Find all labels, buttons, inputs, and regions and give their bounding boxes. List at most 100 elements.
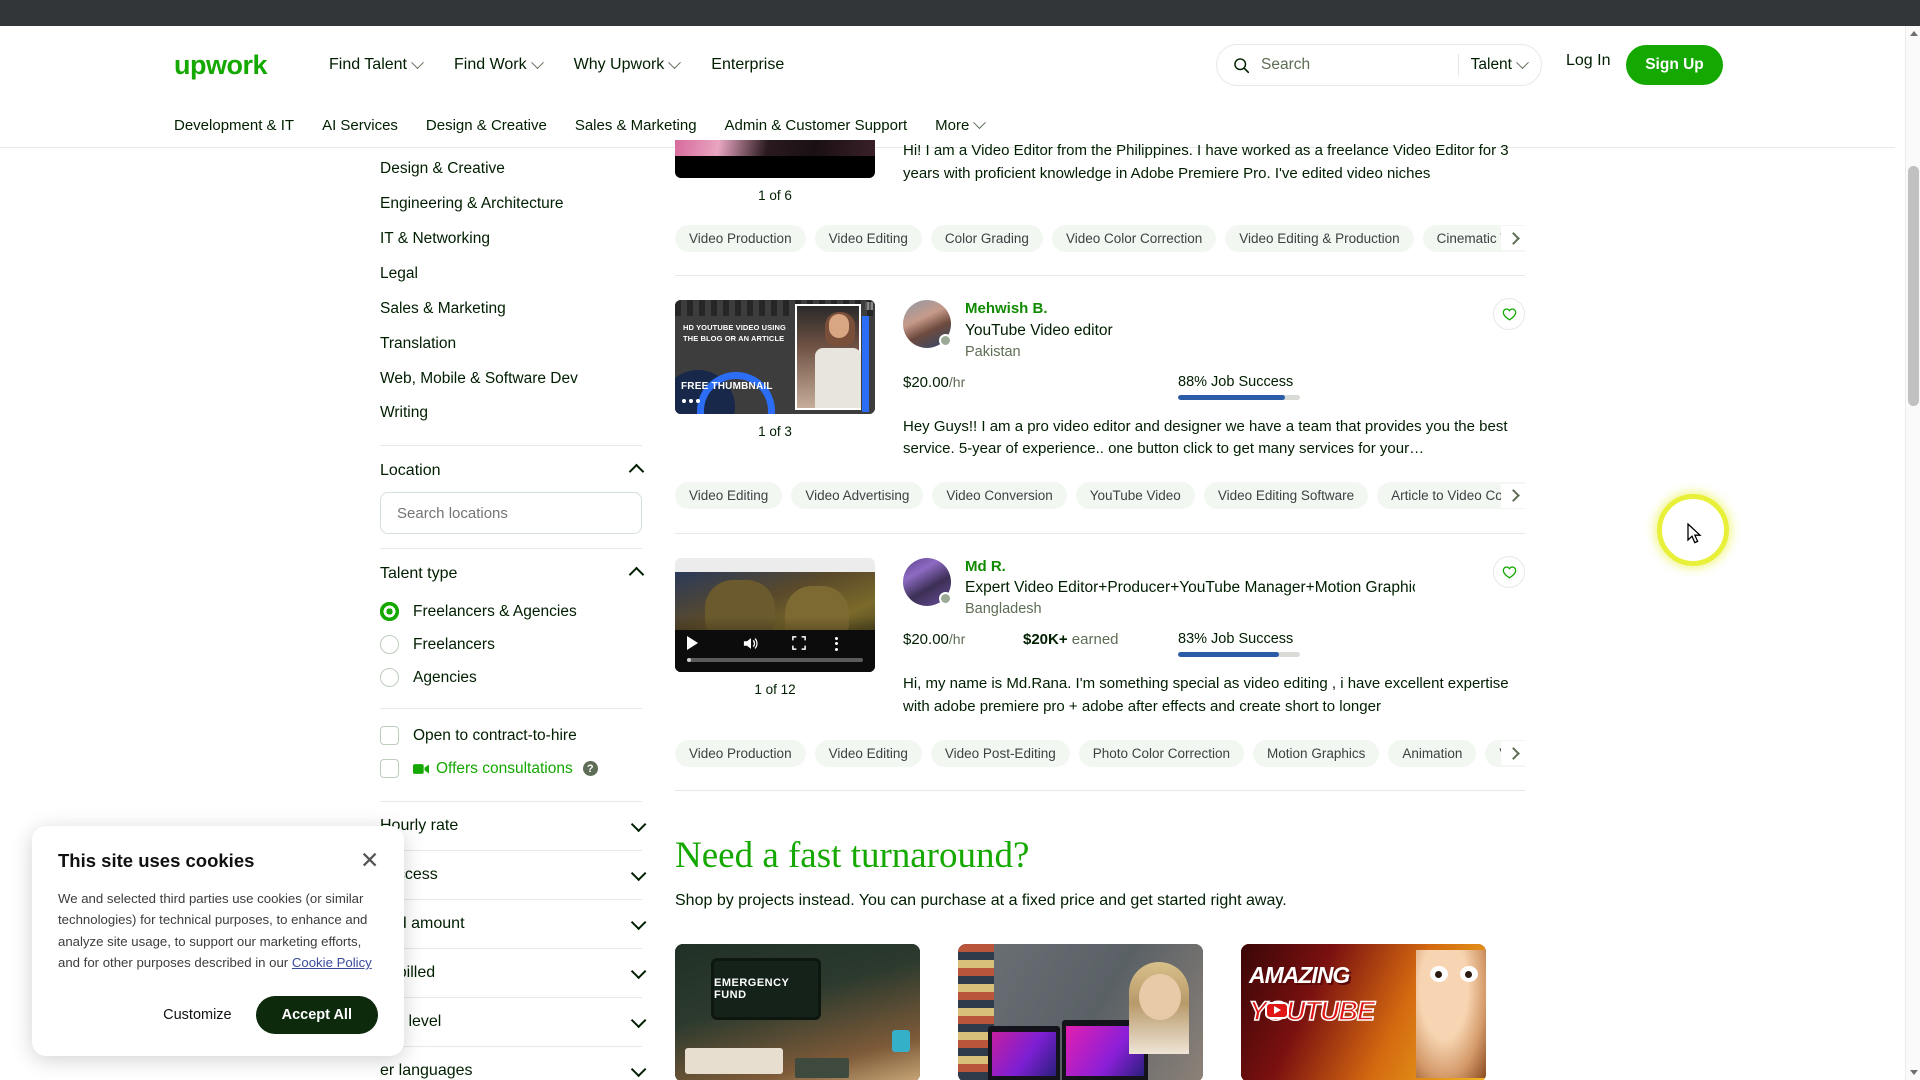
avatar[interactable] (903, 557, 952, 606)
filter-earned-amount[interactable]: ned amount (380, 899, 647, 948)
location-search-input[interactable] (380, 492, 642, 535)
cookie-policy-link[interactable]: Cookie Policy (292, 955, 372, 970)
skill-tag[interactable]: Video Editing Software (1203, 482, 1369, 510)
freelancer-name[interactable]: Md R. (965, 558, 1415, 577)
thumbnail-counter: 1 of 12 (754, 681, 796, 697)
skill-tag[interactable]: Video Post-Editing (930, 739, 1070, 767)
nav-why-upwork-label: Why Upwork (573, 56, 665, 73)
project-card[interactable]: AMAZING YOUTUBE (1241, 943, 1486, 1080)
subnav-item-admin-customer-support[interactable]: Admin & Customer Support (711, 111, 922, 140)
upwork-logo[interactable]: upwork (174, 50, 268, 81)
subnav-label: Development & IT (174, 117, 295, 134)
portfolio-video[interactable] (675, 557, 875, 672)
skill-tag[interactable]: Motion Graphics (1253, 739, 1380, 767)
sidebar-category-engineering-architecture[interactable]: Engineering & Architecture (380, 187, 642, 222)
freelancer-card-1[interactable]: 1 of 6 Hi! I am a Video Editor from the … (675, 140, 1525, 276)
filter-english-level[interactable]: lish level (380, 997, 647, 1046)
filter-hours-billed[interactable]: rs billed (380, 948, 647, 997)
thumbnail-counter: 1 of 3 (758, 424, 792, 439)
filter-job-success[interactable]: success (380, 850, 647, 899)
scrollbar-down-arrow[interactable] (1906, 1065, 1920, 1080)
sidebar-category-design-creative[interactable]: Design & Creative (380, 152, 642, 187)
sidebar-category-writing[interactable]: Writing (380, 396, 642, 431)
subnav-item-development-it[interactable]: Development & IT (160, 111, 308, 140)
avatar[interactable] (903, 300, 952, 348)
skill-tag[interactable]: Photo Color Correction (1078, 739, 1245, 767)
earned-amount: $20K+ earned (1023, 631, 1178, 648)
radio-freelancers-and-agencies[interactable]: Freelancers & Agencies (380, 595, 642, 628)
project-cards-grid: EMERGENCY FUND AMAZING YOUTUBE (675, 943, 1525, 1080)
portfolio-thumbnail[interactable] (675, 140, 875, 178)
save-freelancer-button[interactable] (1493, 298, 1525, 330)
sidebar-category-web-mobile-software-dev[interactable]: Web, Mobile & Software Dev (380, 362, 642, 397)
nav-enterprise[interactable]: Enterprise (695, 48, 800, 82)
radio-agencies[interactable]: Agencies (380, 661, 642, 694)
skill-tag[interactable]: Video Color Correction (1051, 224, 1217, 252)
project-card[interactable] (958, 943, 1203, 1080)
subnav-item-sales-marketing[interactable]: Sales & Marketing (561, 111, 711, 140)
sidebar-category-legal[interactable]: Legal (380, 257, 642, 292)
play-icon[interactable] (687, 635, 698, 650)
skill-tag[interactable]: Video Editing (814, 739, 922, 767)
skill-tag[interactable]: Video Conversion (932, 482, 1067, 510)
filter-hourly-rate[interactable]: Hourly rate (380, 801, 647, 850)
nav-why-upwork[interactable]: Why Upwork (558, 48, 696, 82)
skill-tag[interactable]: Video Editing (814, 224, 922, 252)
chevron-down-icon (630, 914, 647, 931)
tags-next-button[interactable] (1501, 741, 1525, 766)
chevron-up-icon (628, 566, 645, 583)
skill-tag[interactable]: Color Grading (930, 224, 1043, 252)
signup-button[interactable]: Sign Up (1626, 45, 1723, 85)
info-column: Md R. Expert Video Editor+Producer+YouTu… (875, 557, 1525, 719)
accept-all-button[interactable]: Accept All (255, 995, 378, 1034)
checkbox-offers-consultations[interactable]: Offers consultations ? (380, 752, 642, 785)
subnav-item-ai-services[interactable]: AI Services (308, 111, 412, 140)
radio-freelancers[interactable]: Freelancers (380, 628, 642, 661)
nav-find-talent[interactable]: Find Talent (313, 48, 438, 82)
scrollbar-up-arrow[interactable] (1906, 26, 1920, 41)
filter-other-languages[interactable]: er languages (380, 1046, 647, 1080)
sidebar-category-sales-marketing[interactable]: Sales & Marketing (380, 292, 642, 327)
subnav-item-design-creative[interactable]: Design & Creative (412, 111, 561, 140)
info-column: Mehwish B. YouTube Video editor Pakistan… (875, 300, 1525, 461)
project-card[interactable]: EMERGENCY FUND (675, 943, 920, 1080)
job-success-block: 88% Job Success (1178, 374, 1378, 400)
filter-talent-type-header[interactable]: Talent type (380, 549, 645, 595)
skill-tag[interactable]: YouTube Video (1075, 482, 1195, 510)
video-progress-bar[interactable] (687, 657, 863, 662)
skill-tag[interactable]: Video Advertising (791, 482, 924, 510)
job-success-text: 88% Job Success (1178, 373, 1294, 390)
tags-next-button[interactable] (1501, 226, 1525, 250)
checkbox-open-to-contract-to-hire[interactable]: Open to contract-to-hire (380, 719, 642, 752)
search-input[interactable]: Search (1261, 56, 1458, 74)
sidebar-category-it-networking[interactable]: IT & Networking (380, 222, 642, 257)
page-scrollbar[interactable] (1905, 26, 1920, 1080)
more-options-icon[interactable] (835, 636, 838, 651)
help-icon[interactable]: ? (582, 761, 598, 777)
filter-location-header[interactable]: Location (380, 446, 645, 492)
search-type-dropdown[interactable]: Talent (1459, 55, 1541, 74)
subnav-item-more[interactable]: More (921, 111, 998, 140)
cookie-banner[interactable]: This site uses cookies ✕ We and selected… (32, 826, 404, 1056)
thumbnail-column: HD YOUTUBE VIDEO USING THE BLOG OR AN AR… (675, 300, 875, 461)
search-bar[interactable]: Search Talent (1216, 44, 1542, 86)
skill-tag[interactable]: Video Editing & Production (1225, 224, 1414, 252)
portfolio-thumbnail[interactable]: HD YOUTUBE VIDEO USING THE BLOG OR AN AR… (675, 300, 875, 414)
skill-tag[interactable]: Video Production (675, 739, 806, 767)
close-icon[interactable]: ✕ (360, 849, 382, 872)
skill-tag[interactable]: Video Production (675, 224, 806, 252)
freelancer-card-3[interactable]: 1 of 12 Md R. Expert Video Editor+Produc… (675, 534, 1525, 792)
filter-title: er languages (380, 1062, 473, 1080)
sidebar-category-translation[interactable]: Translation (380, 327, 642, 362)
freelancer-name[interactable]: Mehwish B. (965, 300, 1113, 319)
tags-next-button[interactable] (1501, 483, 1525, 508)
save-freelancer-button[interactable] (1493, 555, 1525, 588)
login-button[interactable]: Log In (1566, 52, 1610, 70)
scrollbar-thumb[interactable] (1908, 166, 1919, 406)
customize-button[interactable]: Customize (153, 999, 242, 1031)
freelancer-identity: Md R. Expert Video Editor+Producer+YouTu… (903, 557, 1525, 617)
freelancer-card-2[interactable]: HD YOUTUBE VIDEO USING THE BLOG OR AN AR… (675, 276, 1525, 534)
skill-tag[interactable]: Video Editing (675, 482, 783, 510)
nav-find-work[interactable]: Find Work (438, 48, 558, 82)
skill-tag[interactable]: Animation (1388, 739, 1477, 767)
